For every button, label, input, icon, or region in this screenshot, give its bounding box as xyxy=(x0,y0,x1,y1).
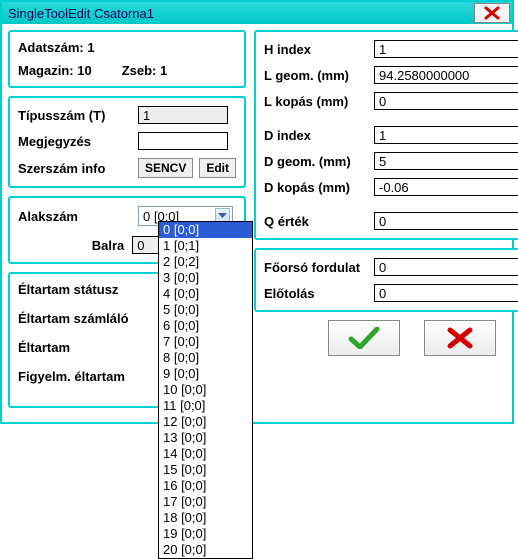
d-geom-input[interactable] xyxy=(374,152,518,170)
magazin-label: Magazin: 10 xyxy=(18,63,92,78)
alakszam-option[interactable]: 4 [0;0] xyxy=(159,286,252,302)
alakszam-option[interactable]: 7 [0;0] xyxy=(159,334,252,350)
l-kopas-label: L kopás (mm) xyxy=(264,94,374,109)
content-area: Adatszám: 1 Magazin: 10 Zseb: 1 Típusszá… xyxy=(2,24,512,422)
tipusszam-label: Típusszám (T) xyxy=(18,108,138,123)
ok-button[interactable] xyxy=(328,320,400,356)
alakszam-option[interactable]: 16 [0;0] xyxy=(159,478,252,494)
alakszam-option[interactable]: 8 [0;0] xyxy=(159,350,252,366)
x-icon xyxy=(446,327,474,349)
alakszam-option[interactable]: 14 [0;0] xyxy=(159,446,252,462)
q-ertek-label: Q érték xyxy=(264,214,374,229)
d-index-label: D index xyxy=(264,128,374,143)
check-icon xyxy=(347,327,381,349)
figyelm-eltartam-label: Figyelm. éltartam xyxy=(18,369,125,384)
elotolas-label: Előtolás xyxy=(264,286,374,301)
cancel-button[interactable] xyxy=(424,320,496,356)
megjegyzes-label: Megjegyzés xyxy=(18,134,138,149)
alakszam-option[interactable]: 5 [0;0] xyxy=(159,302,252,318)
eltartam-szamlalo-label: Éltartam számláló xyxy=(18,311,129,326)
alakszam-option[interactable]: 19 [0;0] xyxy=(159,526,252,542)
alakszam-option[interactable]: 13 [0;0] xyxy=(159,430,252,446)
l-geom-label: L geom. (mm) xyxy=(264,68,374,83)
d-kopas-input[interactable] xyxy=(374,178,518,196)
l-kopas-input[interactable] xyxy=(374,92,518,110)
elotolas-input[interactable] xyxy=(374,284,518,302)
window-title: SingleToolEdit Csatorna1 xyxy=(8,6,154,21)
alakszam-label: Alakszám xyxy=(18,209,138,224)
d-geom-label: D geom. (mm) xyxy=(264,154,374,169)
h-index-label: H index xyxy=(264,42,374,57)
adatszam-label: Adatszám: 1 xyxy=(18,40,95,55)
alakszam-option[interactable]: 3 [0;0] xyxy=(159,270,252,286)
zseb-label: Zseb: 1 xyxy=(122,63,168,78)
alakszam-option[interactable]: 11 [0;0] xyxy=(159,398,252,414)
spindle-panel: Főorsó fordulat Előtolás xyxy=(254,248,518,312)
q-ertek-input[interactable] xyxy=(374,212,518,230)
eltartam-status-label: Éltartam státusz xyxy=(18,282,118,297)
alakszam-option[interactable]: 1 [0;1] xyxy=(159,238,252,254)
alakszam-option[interactable]: 12 [0;0] xyxy=(159,414,252,430)
tipusszam-input[interactable] xyxy=(138,106,228,124)
close-button[interactable] xyxy=(474,3,510,23)
alakszam-option[interactable]: 2 [0;2] xyxy=(159,254,252,270)
singletooledit-window: SingleToolEdit Csatorna1 Adatszám: 1 Mag… xyxy=(0,0,514,424)
fordulat-input[interactable] xyxy=(374,258,518,276)
alakszam-option[interactable]: 18 [0;0] xyxy=(159,510,252,526)
d-kopas-label: D kopás (mm) xyxy=(264,180,374,195)
balra-label: Balra xyxy=(92,238,125,253)
type-panel: Típusszám (T) Megjegyzés Szerszám info S… xyxy=(8,96,246,188)
h-index-input[interactable] xyxy=(374,40,518,58)
alakszam-option[interactable]: 0 [0;0] xyxy=(159,222,252,238)
alakszam-option[interactable]: 9 [0;0] xyxy=(159,366,252,382)
edit-button[interactable]: Edit xyxy=(199,158,236,178)
eltartam-label: Éltartam xyxy=(18,340,70,355)
alakszam-option[interactable]: 10 [0;0] xyxy=(159,382,252,398)
close-icon xyxy=(483,6,501,20)
d-index-input[interactable] xyxy=(374,126,518,144)
szerszam-info-label: Szerszám info xyxy=(18,161,138,176)
alakszam-option[interactable]: 17 [0;0] xyxy=(159,494,252,510)
megjegyzes-input[interactable] xyxy=(138,132,228,150)
geom-panel: H index L geom. (mm) L kopás (mm) D inde… xyxy=(254,30,518,240)
alakszam-option[interactable]: 6 [0;0] xyxy=(159,318,252,334)
titlebar: SingleToolEdit Csatorna1 xyxy=(2,2,512,24)
alakszam-dropdown[interactable]: 0 [0;0]1 [0;1]2 [0;2]3 [0;0]4 [0;0]5 [0;… xyxy=(158,221,253,559)
fordulat-label: Főorsó fordulat xyxy=(264,260,374,275)
header-panel: Adatszám: 1 Magazin: 10 Zseb: 1 xyxy=(8,30,246,88)
alakszam-option[interactable]: 15 [0;0] xyxy=(159,462,252,478)
l-geom-input[interactable] xyxy=(374,66,518,84)
sencv-button[interactable]: SENCV xyxy=(138,158,193,178)
confirm-bar xyxy=(254,320,518,356)
